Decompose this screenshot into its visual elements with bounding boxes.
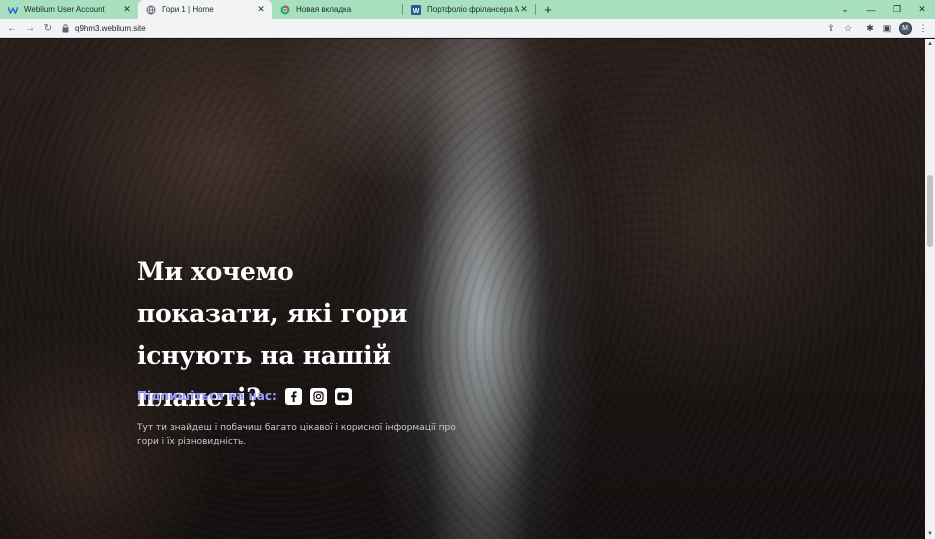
minimize-icon[interactable]: — — [858, 0, 884, 19]
browser-toolbar: ← → ↻ q9hm3.weblium.site ⇪ ☆ ✱ ▣ M ⋮ — [0, 19, 935, 38]
lock-icon[interactable] — [60, 24, 70, 33]
close-icon[interactable]: ✕ — [519, 4, 529, 15]
restore-icon[interactable]: ❐ — [884, 0, 910, 19]
profile-avatar[interactable]: M — [896, 19, 914, 38]
page-scrollbar[interactable]: ▲ ▼ — [925, 39, 935, 539]
youtube-icon[interactable] — [334, 387, 352, 405]
new-tab-button[interactable]: + — [538, 0, 558, 19]
tab-new-tab[interactable]: Новая вкладка — [272, 0, 402, 19]
weblium-icon — [8, 5, 18, 15]
share-icon[interactable]: ⇪ — [822, 19, 840, 38]
hero-section: Ми хочемо показати, які гори існують на … — [0, 39, 925, 539]
chrome-icon — [280, 5, 290, 15]
avatar: M — [898, 22, 912, 35]
tab-weblium-account[interactable]: Weblium User Account ✕ — [0, 0, 138, 19]
back-icon[interactable]: ← — [3, 19, 21, 37]
tab-label: Weblium User Account — [24, 5, 105, 14]
forward-icon[interactable]: → — [21, 19, 39, 37]
subscribe-label: Підпишіться на нас: — [137, 389, 277, 403]
tab-strip: Weblium User Account ✕ Гори 1 | Home ✕ Н… — [0, 0, 935, 19]
instagram-icon[interactable] — [309, 387, 327, 405]
word-icon: W — [411, 4, 421, 15]
tab-gory-home[interactable]: Гори 1 | Home ✕ — [138, 0, 272, 19]
scroll-up-icon[interactable]: ▲ — [925, 39, 935, 49]
tab-label: Новая вкладка — [296, 5, 352, 14]
menu-icon[interactable]: ⋮ — [914, 19, 932, 38]
subscribe-row: Підпишіться на нас: — [137, 387, 360, 405]
tab-label: Портфоліо фрілансера Міхпк_ — [427, 5, 519, 14]
reload-icon[interactable]: ↻ — [39, 19, 57, 37]
svg-text:W: W — [413, 7, 420, 14]
facebook-icon[interactable] — [284, 387, 302, 405]
close-icon[interactable]: ✕ — [256, 4, 266, 15]
bookmark-star-icon[interactable]: ☆ — [839, 19, 857, 38]
globe-icon — [146, 5, 156, 15]
tab-portfolio[interactable]: W Портфоліо фрілансера Міхпк_ ✕ — [403, 0, 535, 19]
window-close-icon[interactable]: ✕ — [909, 0, 935, 19]
tab-label: Гори 1 | Home — [162, 5, 214, 14]
scroll-down-icon[interactable]: ▼ — [925, 529, 935, 539]
sidebar-icon[interactable]: ▣ — [878, 19, 896, 38]
hero-description: Тут ти знайдеш і побачиш багато цікавої … — [137, 423, 456, 447]
tab-divider — [535, 4, 536, 15]
url-text: q9hm3.weblium.site — [75, 24, 146, 33]
scrollbar-thumb[interactable] — [927, 175, 933, 247]
close-icon[interactable]: ✕ — [122, 4, 132, 15]
address-bar[interactable]: q9hm3.weblium.site — [60, 21, 855, 36]
tab-search-icon[interactable]: ⌄ — [832, 0, 858, 19]
extensions-icon[interactable]: ✱ — [861, 19, 879, 38]
